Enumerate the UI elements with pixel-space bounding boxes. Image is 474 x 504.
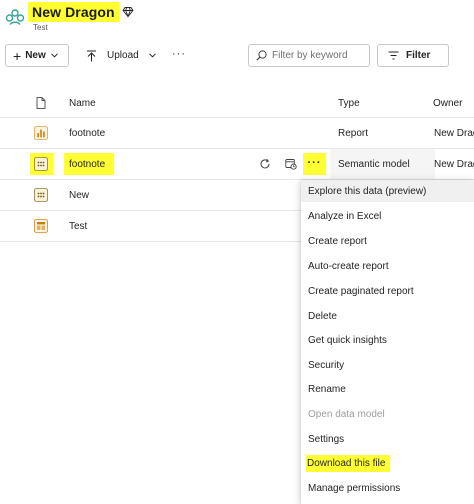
filter-button-label: Filter — [406, 50, 431, 61]
row-name[interactable]: New — [69, 190, 89, 201]
menu-item-get-quick-insights[interactable]: Get quick insights — [301, 329, 474, 351]
table-row-selected[interactable]: footnote ··· Semantic model New Drag — [0, 149, 474, 180]
menu-item-settings[interactable]: Settings — [301, 428, 474, 450]
column-header-owner[interactable]: Owner — [433, 98, 462, 109]
upload-arrow-icon — [87, 50, 96, 61]
row-owner: New Drag — [434, 128, 474, 139]
refresh-icon[interactable] — [259, 158, 271, 170]
toolbar: + New Upload ··· Filter — [0, 42, 474, 70]
upload-button[interactable]: Upload — [86, 44, 156, 67]
search-icon — [256, 50, 267, 61]
table-header: Name Type Owner — [0, 88, 474, 118]
premium-diamond-icon[interactable] — [122, 6, 134, 18]
chevron-down-icon — [50, 53, 58, 58]
workspace-title: New Dragon — [32, 4, 115, 20]
menu-item-create-paginated-report[interactable]: Create paginated report — [301, 280, 474, 302]
menu-item-security[interactable]: Security — [301, 354, 474, 376]
file-type-icon — [36, 97, 46, 109]
semantic-model-icon — [34, 188, 48, 202]
filter-button[interactable]: Filter — [377, 44, 449, 67]
menu-item-rename[interactable]: Rename — [301, 378, 474, 400]
column-header-type[interactable]: Type — [338, 98, 360, 109]
search-input[interactable] — [272, 50, 366, 61]
search-box — [248, 44, 370, 67]
column-header-name[interactable]: Name — [69, 98, 96, 109]
context-menu: Explore this data (preview) Analyze in E… — [301, 180, 474, 504]
row-name[interactable]: footnote — [69, 128, 105, 139]
toolbar-more-button[interactable]: ··· — [172, 48, 186, 60]
menu-item-auto-create-report[interactable]: Auto-create report — [301, 255, 474, 277]
filter-icon — [388, 51, 399, 60]
more-options-button[interactable]: ··· — [303, 153, 326, 175]
row-name[interactable]: footnote — [69, 159, 105, 170]
row-owner: New Drag — [434, 159, 474, 170]
table-row[interactable]: footnote Report New Drag — [0, 118, 474, 149]
chevron-down-icon — [148, 53, 156, 58]
new-button-label: New — [25, 50, 46, 61]
schedule-refresh-icon[interactable] — [285, 158, 297, 170]
upload-button-label: Upload — [107, 50, 139, 61]
new-button[interactable]: + New — [5, 44, 69, 67]
dashboard-icon — [34, 219, 48, 233]
report-icon — [34, 126, 48, 140]
menu-item-manage-permissions[interactable]: Manage permissions — [301, 477, 474, 499]
menu-item-create-report[interactable]: Create report — [301, 230, 474, 252]
menu-item-analyze-in-excel[interactable]: Analyze in Excel — [301, 205, 474, 227]
plus-icon: + — [13, 47, 22, 64]
menu-item-download-file[interactable]: Download this file — [301, 452, 474, 474]
workspace-icon — [5, 9, 25, 25]
menu-item-open-data-model: Open data model — [308, 408, 385, 420]
row-name[interactable]: Test — [69, 221, 87, 232]
workspace-subtitle: Test — [33, 23, 48, 32]
row-type: Semantic model — [338, 159, 410, 170]
semantic-model-icon — [34, 157, 48, 171]
menu-item-explore-data[interactable]: Explore this data (preview) — [301, 180, 474, 202]
menu-item-delete[interactable]: Delete — [301, 305, 474, 327]
workspace-header: New Dragon Test — [0, 0, 474, 40]
row-type: Report — [338, 128, 369, 139]
workspace-title-highlight: New Dragon — [28, 2, 119, 22]
